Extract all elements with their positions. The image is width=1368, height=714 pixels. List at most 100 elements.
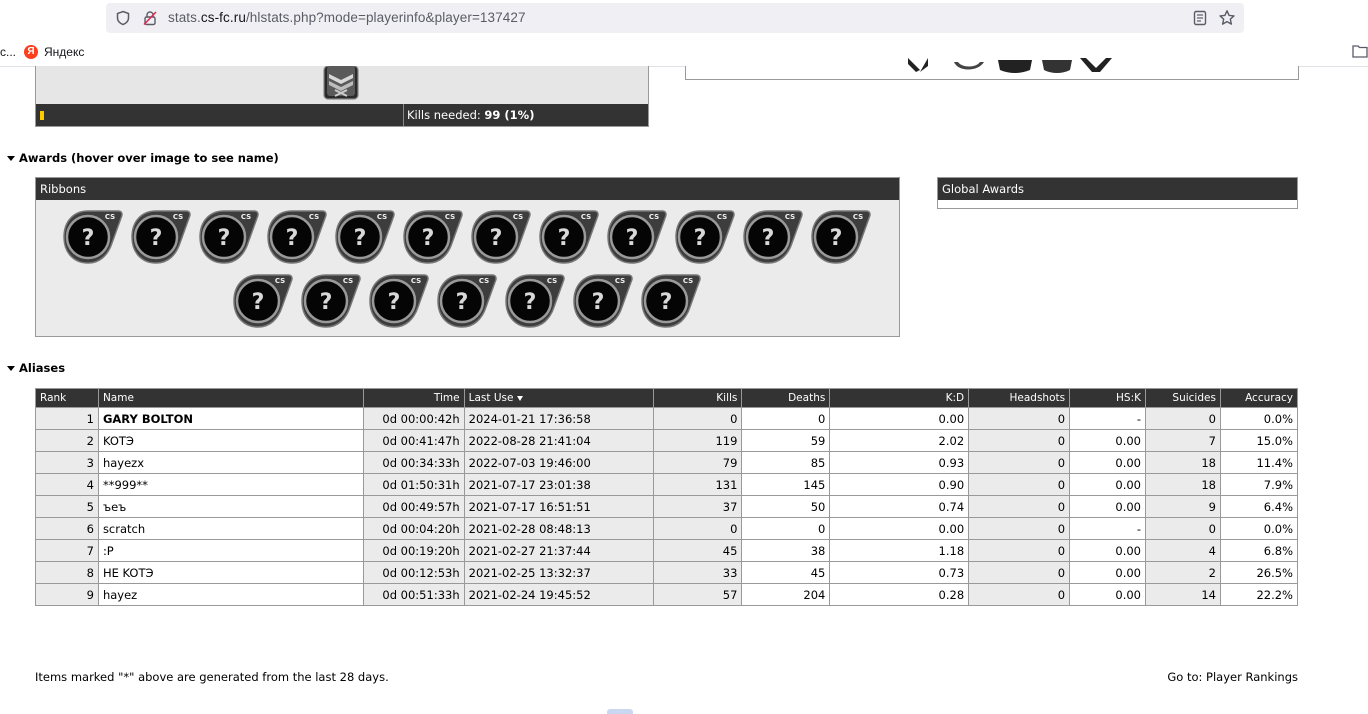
cell-name[interactable]: **999** [97, 473, 364, 496]
ribbon-glyph: ? [591, 290, 604, 315]
cell-headshots: 0 [968, 473, 1071, 496]
cell-time: 0d 00:51:33h [362, 583, 465, 606]
cell-time: 0d 00:49:57h [362, 495, 465, 518]
col-last-use[interactable]: Last Use [463, 388, 654, 408]
cell-accuracy: 22.2% [1219, 583, 1299, 606]
ribbon-glyph: ? [761, 226, 774, 251]
table-row: 7:P 0d 00:19:20h 2021-02-27 21:37:44 45 38 1.… [35, 539, 1299, 562]
player-rankings-link[interactable]: Player Rankings [1206, 670, 1298, 684]
table-row: 9 hayez 0d 00:51:33h 2021-02-24 19:45:52 57 2… [35, 583, 1299, 606]
global-awards-title: Global Awards [938, 178, 1297, 200]
ribbon-award-icon[interactable]: ? CS [470, 209, 532, 265]
url-path: /hlstats.php?mode=playerinfo&player=1374… [245, 10, 526, 25]
ribbon-award-icon[interactable]: ? CS [572, 273, 634, 329]
ribbon-award-icon[interactable]: ? CS [674, 209, 736, 265]
cell-accuracy: 0.0% [1219, 517, 1299, 540]
cell-rank: 7 [35, 539, 99, 562]
col-kd[interactable]: K:D [829, 388, 970, 408]
ribbon-award-icon[interactable]: ? CS [266, 209, 328, 265]
address-bar[interactable]: stats.cs-fc.ru/hlstats.php?mode=playerin… [106, 3, 1244, 33]
bookmark-truncated[interactable]: c... [0, 45, 16, 59]
bookmark-star-icon[interactable] [1218, 9, 1236, 27]
ribbon-award-icon[interactable]: ? CS [640, 273, 702, 329]
col-rank[interactable]: Rank [35, 388, 99, 408]
goto-label: Go to: [1167, 670, 1203, 684]
ribbon-award-icon[interactable]: ? CS [606, 209, 668, 265]
cell-suicides: 4 [1145, 539, 1221, 562]
aliases-heading[interactable]: Aliases [7, 361, 65, 375]
cell-name[interactable]: scratch [97, 517, 364, 540]
table-row: 1 GARY BOLTON 0d 00:00:42h 2024-01-21 17:36… [35, 407, 1299, 430]
ribbon-glyph: ? [387, 290, 400, 315]
cell-name[interactable]: GARY BOLTON [97, 407, 364, 430]
browser-toolbar: stats.cs-fc.ru/hlstats.php?mode=playerin… [0, 0, 1368, 38]
col-suicides[interactable]: Suicides [1145, 388, 1221, 408]
cell-accuracy: 11.4% [1219, 451, 1299, 474]
insecure-lock-icon[interactable] [142, 10, 158, 26]
url-text[interactable]: stats.cs-fc.ru/hlstats.php?mode=playerin… [168, 10, 526, 25]
col-accuracy[interactable]: Accuracy [1219, 388, 1299, 408]
weapon-icon-1 [908, 58, 928, 72]
col-hsk[interactable]: HS:K [1069, 388, 1146, 408]
cell-name[interactable]: ъеъ [97, 495, 364, 518]
col-headshots[interactable]: Headshots [968, 388, 1071, 408]
cell-name[interactable]: hayez [97, 583, 364, 606]
ribbon-glyph: ? [659, 290, 672, 315]
cell-rank: 6 [35, 517, 99, 540]
ribbon-award-icon[interactable]: ? CS [334, 209, 396, 265]
ribbon-award-icon[interactable]: ? CS [742, 209, 804, 265]
cell-accuracy: 7.9% [1219, 473, 1299, 496]
ribbon-badge: CS [716, 213, 726, 221]
ribbon-award-icon[interactable]: ? CS [504, 273, 566, 329]
col-last-use-label: Last Use [468, 392, 514, 404]
cell-rank: 3 [35, 451, 99, 474]
bookmark-yandex[interactable]: Я Яндекс [24, 43, 84, 61]
cell-headshots: 0 [968, 429, 1071, 452]
cell-hsk: - [1069, 517, 1146, 540]
cell-name[interactable]: :P [97, 539, 364, 562]
awards-heading[interactable]: Awards (hover over image to see name) [7, 151, 279, 165]
awards-heading-text: Awards (hover over image to see name) [19, 151, 279, 165]
ribbon-glyph: ? [829, 226, 842, 251]
ribbon-award-icon[interactable]: ? CS [300, 273, 362, 329]
ribbon-award-icon[interactable]: ? CS [130, 209, 192, 265]
cell-name[interactable]: hayezx [97, 451, 364, 474]
cell-name[interactable]: HE KOTЭ [97, 561, 364, 584]
tracking-shield-icon[interactable] [115, 10, 131, 26]
ribbon-glyph: ? [319, 290, 332, 315]
table-row: 8 HE KOTЭ 0d 00:12:53h 2021-02-25 13:32:37 3… [35, 561, 1299, 584]
col-kills[interactable]: Kills [652, 388, 743, 408]
ribbon-badge: CS [784, 213, 794, 221]
ribbon-award-icon[interactable]: ? CS [62, 209, 124, 265]
ribbon-glyph: ? [489, 226, 502, 251]
cell-name[interactable]: KOTЭ [97, 429, 364, 452]
ribbon-glyph: ? [217, 226, 230, 251]
collapse-triangle-icon [7, 155, 15, 161]
ribbon-award-icon[interactable]: ? CS [810, 209, 872, 265]
ribbon-award-icon[interactable]: ? CS [368, 273, 430, 329]
cell-suicides: 18 [1145, 451, 1221, 474]
ribbon-award-icon[interactable]: ? CS [538, 209, 600, 265]
ribbon-award-icon[interactable]: ? CS [402, 209, 464, 265]
ribbon-award-icon[interactable]: ? CS [198, 209, 260, 265]
other-bookmarks-folder-icon[interactable] [1352, 44, 1368, 58]
col-name[interactable]: Name [97, 388, 364, 408]
ribbon-glyph: ? [421, 226, 434, 251]
ribbon-badge: CS [580, 213, 590, 221]
ribbons-title: Ribbons [36, 178, 899, 200]
col-deaths[interactable]: Deaths [741, 388, 831, 408]
cell-last-use: 2021-02-28 08:48:13 [463, 517, 654, 540]
col-time[interactable]: Time [362, 388, 465, 408]
cell-headshots: 0 [968, 561, 1071, 584]
cell-headshots: 0 [968, 407, 1071, 430]
ribbon-badge: CS [648, 213, 658, 221]
reader-view-icon[interactable] [1192, 10, 1208, 26]
ribbon-award-icon[interactable]: ? CS [232, 273, 294, 329]
kills-needed-value: 99 (1%) [484, 108, 535, 122]
cell-kills: 0 [652, 407, 743, 430]
yandex-logo-icon: Я [24, 45, 38, 59]
ribbon-badge: CS [410, 277, 420, 285]
aliases-heading-text: Aliases [19, 361, 66, 375]
ribbon-award-icon[interactable]: ? CS [436, 273, 498, 329]
ribbon-glyph: ? [353, 226, 366, 251]
